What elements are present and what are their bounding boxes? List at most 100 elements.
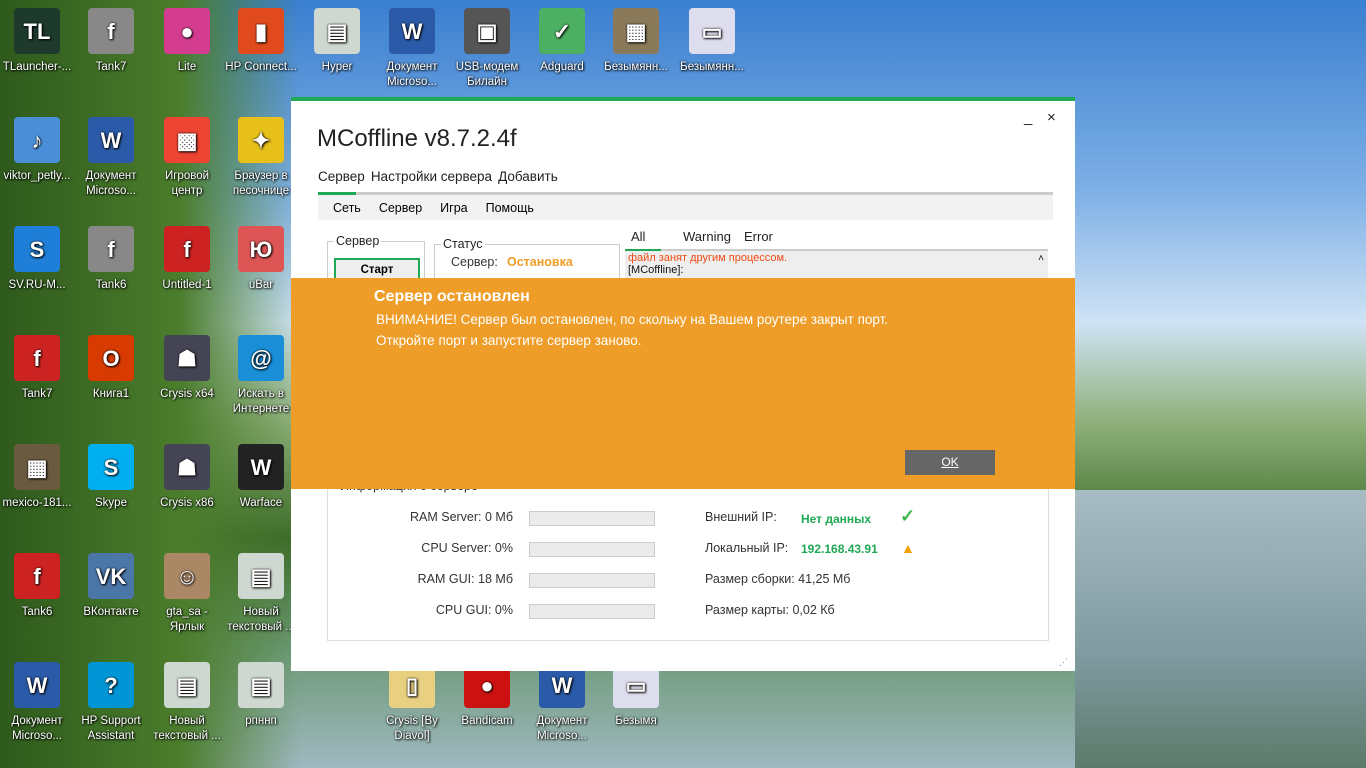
desktop-icon[interactable]: ЮuBar [224,226,298,293]
desktop-icon[interactable]: O Книга1 [74,335,148,402]
log-line: [MCoffline]: [628,264,684,276]
desktop-icon[interactable]: W Документ Microso... [525,662,599,744]
desktop-icon[interactable]: ▮ HP Connect... [224,8,298,75]
local-ip-value: 192.168.43.91 [801,542,878,556]
desktop-icon[interactable]: ▤ Новый текстовый ... [224,553,298,635]
app-icon: ▤ [238,662,284,708]
menu-network[interactable]: Сеть [333,201,361,215]
app-icon: ▣ [464,8,510,54]
desktop-icon[interactable]: ▦ mexico-181... [0,444,74,511]
desktop-icon-label: Tank7 [21,388,53,400]
desktop-icon[interactable]: ▭ Безымя [599,662,673,729]
desktop-icon[interactable]: f Tank6 [0,553,74,620]
desktop-icon[interactable]: ▤ Новый текстовый ... [150,662,224,744]
close-button[interactable]: × [1047,109,1056,126]
desktop-icon[interactable]: ☗ Crysis x86 [150,444,224,511]
app-icon: f [88,226,134,272]
stat-bar [529,542,655,557]
desktop-icon[interactable]: f Tank6 [74,226,148,293]
desktop-icon[interactable]: ▤ рпннп [224,662,298,729]
desktop-icon-label: Adguard [540,61,584,73]
desktop-icon[interactable]: ▤ Hyper [300,8,374,75]
menu-server[interactable]: Сервер [379,201,422,215]
log-area[interactable]: файл занят другим процессом. [MCoffline]… [625,251,1048,278]
log-tab-all[interactable]: All [631,229,645,244]
desktop-icon-label: Crysis x64 [160,388,214,400]
desktop-icon[interactable]: ▭ Безымянн... [675,8,749,75]
desktop-icon[interactable]: ♪ viktor_petly... [0,117,74,184]
window-title: MCoffline v8.7.2.4f [317,125,517,152]
app-icon: ✓ [539,8,585,54]
desktop-icon-label: Tank6 [21,606,53,618]
app-icon: W [14,662,60,708]
scroll-up-icon[interactable]: ˄ [1038,253,1044,265]
desktop-icon-label: SV.RU-M... [8,279,66,291]
tab-add[interactable]: Добавить [498,169,558,184]
desktop-icon-label: Документ Microso... [85,170,137,197]
stat-bar [529,573,655,588]
desktop-icon[interactable]: TL TLauncher-... [0,8,74,75]
desktop-icon-label: Новый текстовый ... [153,715,221,742]
desktop-icon[interactable]: ▯ Crysis [By Diavol] [375,662,449,744]
desktop-icon[interactable]: ☗ Crysis x64 [150,335,224,402]
desktop-icon-label: gta_sa - Ярлык [166,606,208,633]
desktop-icon[interactable]: W Документ Microso... [0,662,74,744]
desktop-icon-label: TLauncher-... [2,61,72,73]
desktop-icon-label: Skype [95,497,127,509]
desktop-icon[interactable]: ● Bandicam [450,662,524,729]
stat-label: CPU Server: 0% [421,541,513,555]
desktop-icon[interactable]: W Документ Microso... [74,117,148,199]
warning-icon: ▲ [901,540,915,556]
desktop-icon[interactable]: S SV.RU-M... [0,226,74,293]
desktop-icon[interactable]: W Документ Microso... [375,8,449,90]
app-icon: O [88,335,134,381]
desktop-icon[interactable]: ✦ Браузер в песочнице [224,117,298,199]
desktop-icon[interactable]: ? HP Support Assistant [74,662,148,744]
desktop-icon[interactable]: f Tank7 [74,8,148,75]
app-icon: @ [238,335,284,381]
desktop-icon[interactable]: ▦ Безымянн... [599,8,673,75]
desktop-icon-label: Искать в Интернете [232,388,290,415]
minimize-button[interactable]: _ [1024,109,1032,126]
tab-server-settings[interactable]: Настройки сервера [371,169,492,184]
desktop-icon[interactable]: ▣ USB-модем Билайн [450,8,524,90]
desktop-icon-label: Untitled-1 [162,279,212,291]
log-tab-error[interactable]: Error [744,229,773,244]
app-icon: ▩ [164,117,210,163]
stat-bar [529,604,655,619]
desktop-icon[interactable]: S Skype [74,444,148,511]
desktop-icon[interactable]: @ Искать в Интернете [224,335,298,417]
tab-server[interactable]: Сервер [318,169,365,184]
server-info-group: Информация о сервере RAM Server: 0 МбCPU… [327,479,1049,641]
desktop-icon[interactable]: ● Lite [150,8,224,75]
desktop-icon[interactable]: f Tank7 [0,335,74,402]
desktop-icon-label: Warface [239,497,283,509]
desktop-icon-label: Lite [177,61,197,73]
desktop-icon-label: Crysis [By Diavol] [386,715,438,742]
app-icon: ▭ [689,8,735,54]
desktop-icon[interactable]: ✓ Adguard [525,8,599,75]
desktop-icon-label: Игровой центр [164,170,210,197]
desktop-icon[interactable]: VK ВКонтакте [74,553,148,620]
desktop-icon-label: USB-модем Билайн [455,61,519,88]
desktop-icon[interactable]: ▩ Игровой центр [150,117,224,199]
dialog-message-line1: ВНИМАНИЕ! Сервер был остановлен, по скол… [376,312,889,327]
log-tab-warning[interactable]: Warning [683,229,731,244]
resize-grip-icon[interactable]: ⋰ [1059,657,1068,668]
dialog-message-line2: Откройте порт и запустите сервер заново. [376,333,642,348]
desktop-icon[interactable]: W Warface [224,444,298,511]
desktop-icon[interactable]: f Untitled-1 [150,226,224,293]
app-icon: W [389,8,435,54]
dialog-title: Сервер остановлен [374,288,530,305]
desktop-icon-label: Документ Microso... [536,715,588,742]
menu-help[interactable]: Помощь [486,201,534,215]
desktop-icon[interactable]: ☺ gta_sa - Ярлык [150,553,224,635]
menu-game[interactable]: Игра [440,201,467,215]
app-icon: f [14,335,60,381]
desktop-icon-label: Новый текстовый ... [227,606,295,633]
ok-button[interactable]: OK [905,450,995,475]
external-ip-label: Внешний IP: [705,510,777,524]
wallpaper-lake [1075,490,1366,768]
app-icon: W [88,117,134,163]
app-icon: Ю [238,226,284,272]
